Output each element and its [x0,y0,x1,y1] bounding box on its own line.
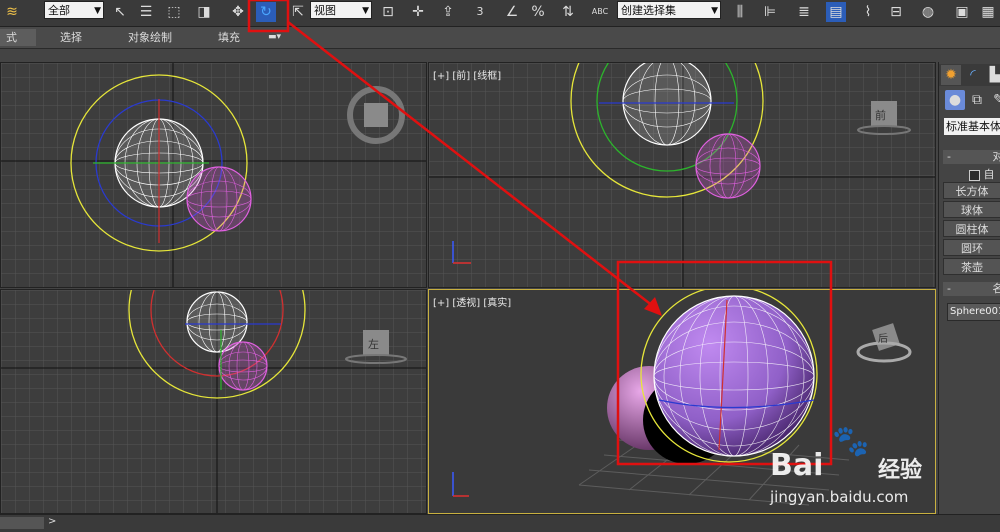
snap-icon[interactable]: ≋ [2,2,22,22]
cylinder-button[interactable]: 圆柱体 [943,220,1000,237]
command-panel: ✹ ◜ ▙ ● ⧉ ✎ 标准基本体 - 对 自 长方体 球体 圆柱体 圆环 茶壶… [938,62,1000,531]
keyboard-shortcut-icon[interactable]: ⇪ [438,2,458,22]
geometry-icon[interactable]: ● [945,90,965,110]
category-dropdown[interactable]: 标准基本体 [944,118,1000,135]
selection-filter-dropdown[interactable]: 全部 ▼ [44,1,104,19]
pivot-icon[interactable]: ⊡ [378,2,398,22]
hierarchy-tab-icon[interactable]: ▙ [985,65,1000,85]
shapes-icon[interactable]: ⧉ [967,90,987,110]
named-selection-value: 创建选择集 [621,4,676,17]
reference-coord-value: 视图 [314,4,336,17]
tab-modeling[interactable]: 式 [0,29,36,46]
spinner-snap-icon[interactable]: ⇅ [558,2,578,22]
rollout-title: 名 [992,282,1000,295]
ribbon-options-icon[interactable]: ▬▾ [262,29,287,46]
ribbon-bar: 式 选择 对象绘制 填充 ▬▾ [0,27,1000,49]
viewport-front-canvas [429,63,935,287]
viewport-left-canvas [1,290,426,513]
edit-named-selection-label[interactable]: ABC [590,2,610,22]
timeline-next-button[interactable]: > [48,516,56,527]
box-button[interactable]: 长方体 [943,182,1000,199]
sphere-pink [186,166,252,232]
schematic-view-icon[interactable]: ⊟ [886,2,906,22]
named-selection-dropdown[interactable]: 创建选择集 ▼ [617,1,721,19]
rollout-title: 对 [992,150,1000,163]
layer-manager-icon[interactable]: ≣ [794,2,814,22]
autogrid-label: 自 [983,168,995,181]
create-tab-icon[interactable]: ✹ [941,65,961,85]
select-by-name-icon[interactable]: ☰ [136,2,156,22]
lights-icon[interactable]: ✎ [989,90,1000,110]
chevron-down-icon: ▼ [362,6,369,16]
mirror-icon[interactable]: ⫼ [730,2,750,22]
modify-tab-icon[interactable]: ◜ [963,65,983,85]
rollout-object-type[interactable]: - 对 [943,150,1000,164]
object-name-value: Sphere001 [950,306,1000,317]
time-slider[interactable] [0,517,44,529]
reference-coord-dropdown[interactable]: 视图 ▼ [310,1,372,19]
category-value: 标准基本体 [946,120,1000,133]
window-crossing-icon[interactable]: ◨ [194,2,214,22]
material-editor-icon[interactable]: ◍ [918,2,938,22]
viewport-top-canvas [1,63,426,287]
navcube-label[interactable]: 左 [368,336,379,352]
sphere-button[interactable]: 球体 [943,201,1000,218]
chevron-down-icon: ▼ [711,6,718,16]
rollout-name-color[interactable]: - 名 [943,282,1000,296]
tab-selection[interactable]: 选择 [54,29,88,46]
sphere-purple [653,295,815,457]
navcube [364,103,388,127]
viewport-label[interactable]: [+] [前] [线框] [433,67,501,82]
viewport-perspective[interactable]: [+] [透视] [真实] 后 [428,289,936,514]
selection-filter-value: 全部 [48,4,70,17]
torus-button[interactable]: 圆环 [943,239,1000,256]
snap-toggle-label[interactable]: 3 [470,2,490,22]
navcube-label[interactable]: 后 [878,330,888,345]
tab-populate[interactable]: 填充 [212,29,246,46]
navcube-label[interactable]: 前 [875,107,886,123]
object-name-field[interactable]: Sphere001 [947,303,1000,321]
rotate-icon[interactable]: ↻ [256,2,276,22]
angle-snap-icon[interactable]: ∠ [502,2,522,22]
region-select-icon[interactable]: ⬚ [164,2,184,22]
main-toolbar: ≋ 全部 ▼ ↖ ☰ ⬚ ◨ ✥ ↻ ⇱ 视图 ▼ ⊡ ✛ ⇪ 3 ∠ % ⇅ … [0,0,1000,27]
curve-editor-icon[interactable]: ⌇ [858,2,878,22]
viewport-top[interactable] [0,62,427,288]
align-icon[interactable]: ⊫ [760,2,780,22]
sphere-pink [218,341,268,391]
render-setup-icon[interactable]: ▣ [952,2,972,22]
tab-object-paint[interactable]: 对象绘制 [122,29,178,46]
autogrid-checkbox[interactable] [969,169,980,181]
sphere-white [622,63,712,146]
viewport-perspective-canvas [429,290,935,513]
percent-snap-label[interactable]: % [528,2,548,22]
teapot-button[interactable]: 茶壶 [943,258,1000,275]
sphere-pink [695,133,761,199]
viewport-label[interactable]: [+] [透视] [真实] [433,294,511,309]
viewport-left[interactable]: 左 [0,289,427,514]
viewport-front[interactable]: [+] [前] [线框] 前 [428,62,936,288]
move-icon[interactable]: ✥ [228,2,248,22]
chevron-down-icon: ▼ [94,6,101,16]
scale-icon[interactable]: ⇱ [288,2,308,22]
select-object-icon[interactable]: ↖ [110,2,130,22]
render-frame-icon[interactable]: ▦ [978,2,998,22]
scene-explorer-icon[interactable]: ▤ [826,2,846,22]
status-bar: > [0,514,1000,532]
manipulate-icon[interactable]: ✛ [408,2,428,22]
